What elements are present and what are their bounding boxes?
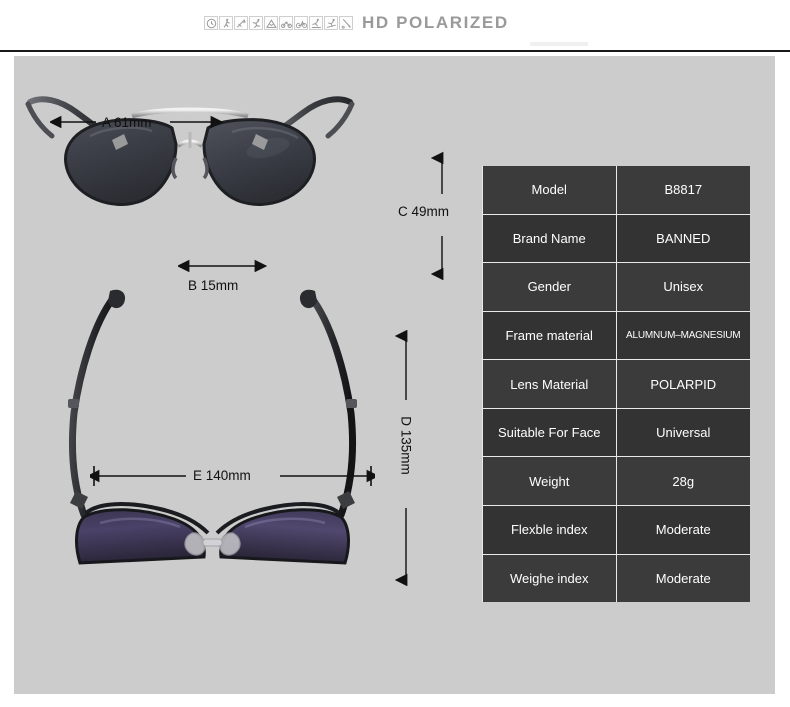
spec-value: Universal [656,425,711,441]
spec-value: BANNED [656,230,711,246]
spec-key: Frame material [483,311,617,360]
spec-key: Gender [483,263,617,311]
dimension-e: E 140mm [86,462,380,496]
header-artifact [530,42,588,46]
page-title: HD POLARIZED [362,13,509,32]
spec-key: Lens Material [483,360,617,408]
sunglasses-top-image [40,275,385,565]
spec-key: Suitable For Face [483,408,617,457]
table-row: Weighe index Moderate [483,554,750,603]
spec-value: ALUMNUM–MAGNESIUM [626,329,741,341]
table-row: Gender Unisex [483,263,750,312]
spec-key: Brand Name [483,214,617,263]
fishing-icon [234,16,248,30]
dimension-d-label: D 135mm [398,416,414,475]
table-row: Weight 28g [483,457,750,506]
dimension-a-label: A 61mm [102,115,152,130]
dimension-b: B 15mm [176,258,298,302]
dimension-d: D 135mm [390,329,450,587]
spec-value: POLARPID [650,376,717,392]
dimension-c-label: C 49mm [398,204,450,219]
specification-table: Model B8817 Brand Name BANNED Gender Uni… [482,166,750,603]
dimension-c: C 49mm [398,150,484,281]
spec-value: Moderate [655,522,711,538]
motorcycling-icon [279,16,293,30]
table-row: Model B8817 [483,166,750,215]
running-icon [249,16,263,30]
table-row: Suitable For Face Universal [483,408,750,458]
spec-key: Flexble index [483,505,617,554]
page-header: HD POLARIZED [0,0,790,52]
spec-value: B8817 [664,182,703,198]
golf-icon [339,16,353,30]
spec-value: 28g [672,473,695,489]
table-row: Lens Material POLARPID [483,360,750,409]
skating-icon [309,16,323,30]
table-row: Brand Name BANNED [483,214,750,264]
spec-key: Model [483,166,617,214]
spec-key: Weight [483,457,617,505]
walking-icon [219,16,233,30]
dimension-e-label: E 140mm [193,468,251,483]
spec-value: Moderate [655,570,711,586]
dimension-b-label: B 15mm [188,278,239,293]
dimension-a: A 61mm [48,112,270,142]
sunglasses-front-image [20,84,360,219]
cycling-icon [294,16,308,30]
spec-value: Unisex [663,279,704,295]
clock-icon [204,16,218,30]
spec-key: Weighe index [483,554,617,603]
table-row: Flexble index Moderate [483,505,750,555]
climbing-icon [264,16,278,30]
header-content: HD POLARIZED [204,13,509,33]
table-row: Frame material ALUMNUM–MAGNESIUM [483,311,750,361]
activity-pictogram-strip [204,16,353,30]
skiing-icon [324,16,338,30]
